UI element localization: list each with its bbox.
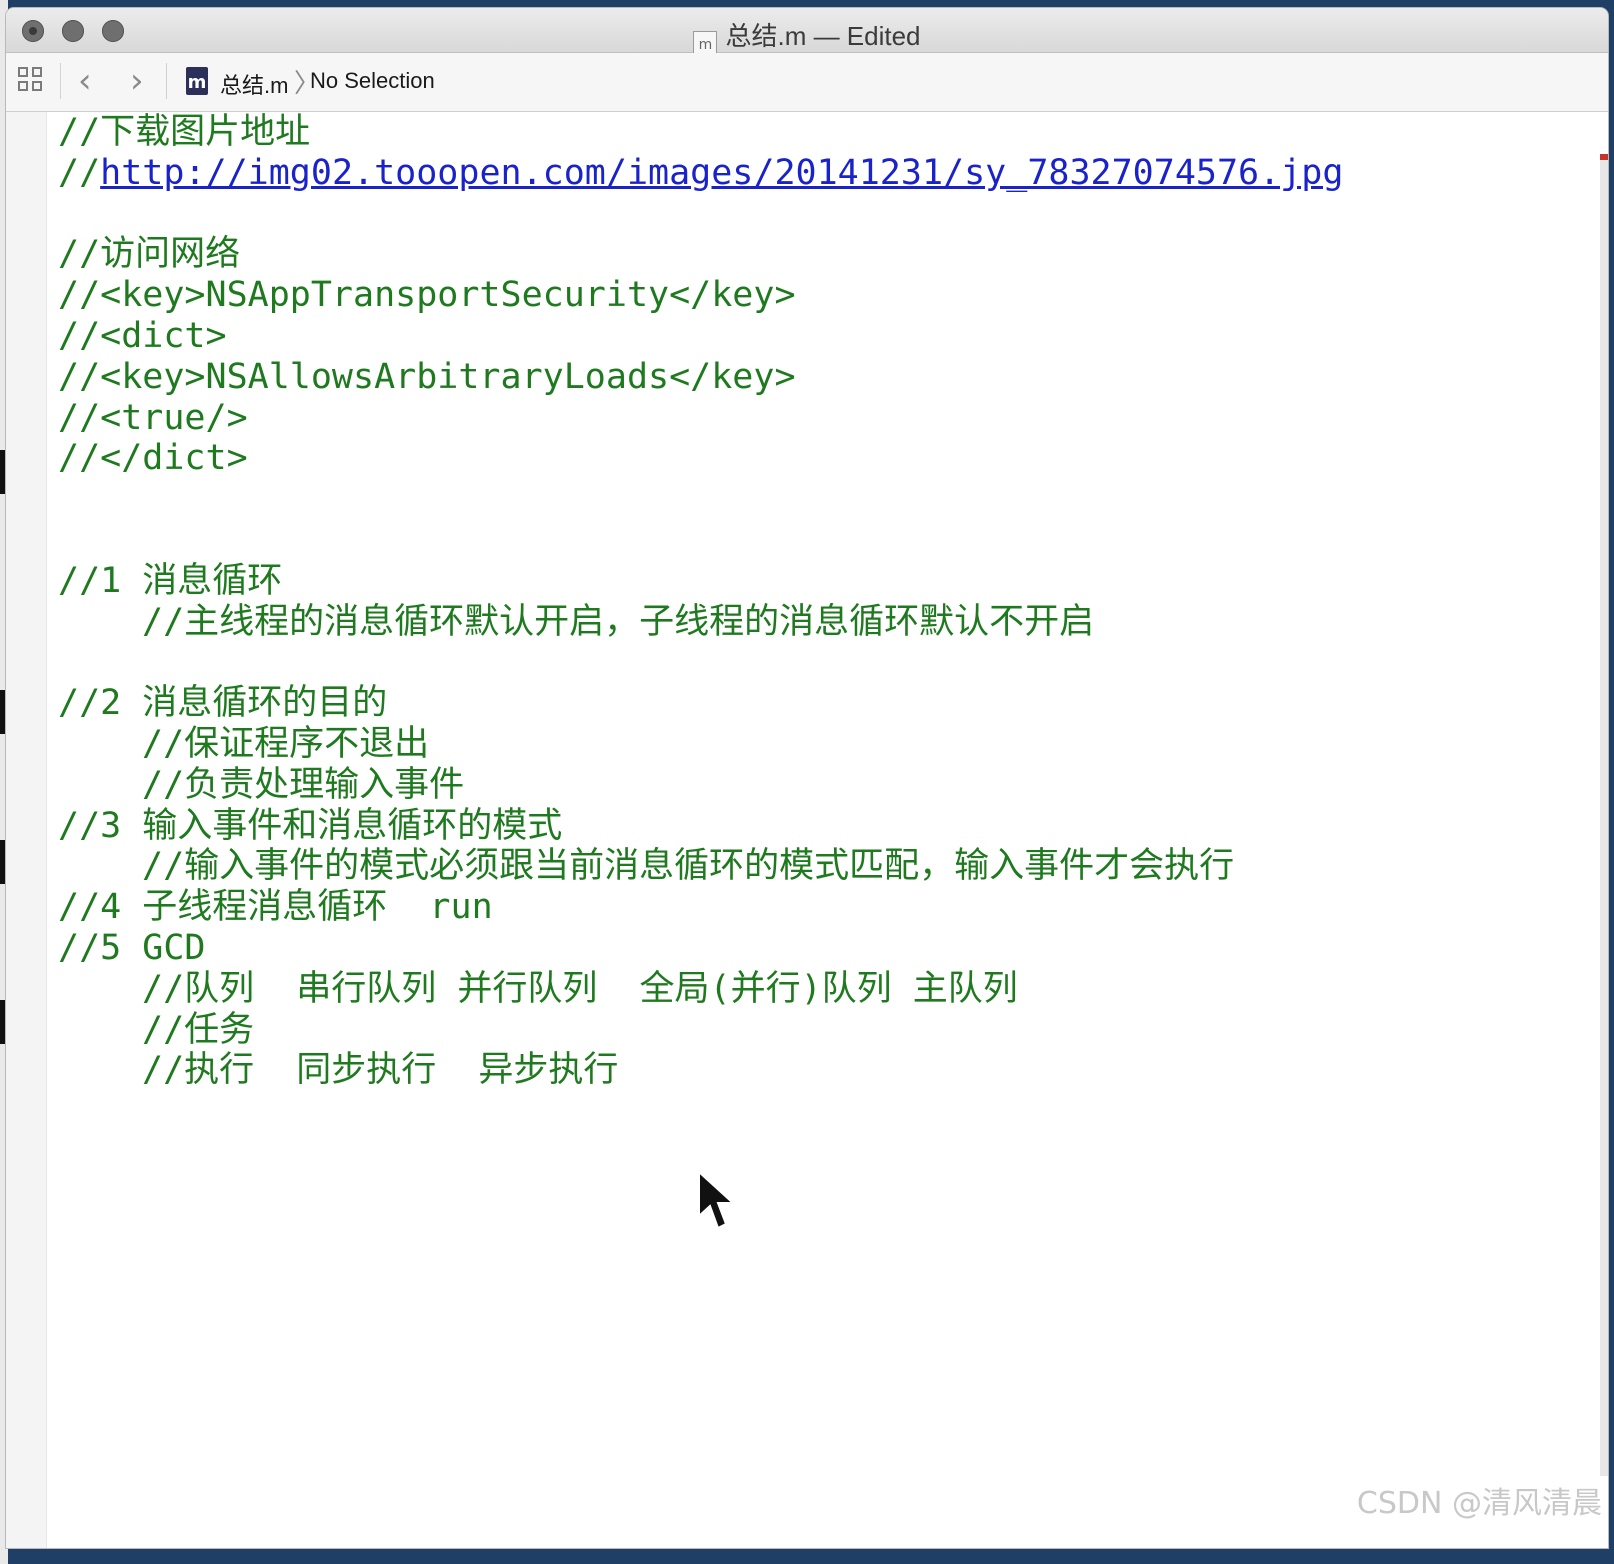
window-title: 总结.m — Edited <box>725 21 921 51</box>
line-gutter <box>6 112 47 1548</box>
code-line[interactable]: //<key>NSAllowsArbitraryLoads</key> <box>58 357 1343 398</box>
code-line[interactable]: //4 子线程消息循环 run <box>58 887 1343 928</box>
jump-bar: ‹ › m 总结.m 〉 No Selection <box>6 53 1608 112</box>
code-line[interactable] <box>58 479 1343 520</box>
code-line[interactable]: //访问网络 <box>58 234 1343 275</box>
code-line[interactable]: //<key>NSAppTransportSecurity</key> <box>58 275 1343 316</box>
code-line[interactable]: //下载图片地址 <box>58 112 1343 153</box>
code-line[interactable]: //1 消息循环 <box>58 561 1343 602</box>
toolbar-divider <box>166 63 167 99</box>
code-line[interactable] <box>58 642 1343 683</box>
objc-file-icon: m <box>186 67 208 95</box>
related-items-grid-icon[interactable] <box>18 67 44 93</box>
mouse-pointer-icon <box>698 1170 736 1230</box>
code-line[interactable]: //</dict> <box>58 438 1343 479</box>
code-line[interactable]: //2 消息循环的目的 <box>58 683 1343 724</box>
code-line[interactable]: //3 输入事件和消息循环的模式 <box>58 806 1343 847</box>
code-line[interactable]: //5 GCD <box>58 928 1343 969</box>
code-line[interactable]: //输入事件的模式必须跟当前消息循环的模式匹配，输入事件才会执行 <box>58 846 1343 887</box>
watermark: CSDN @清风清晨 <box>1356 1486 1602 1521</box>
chevron-left-icon[interactable]: ‹ <box>78 61 92 101</box>
code-line[interactable] <box>58 194 1343 235</box>
code-line[interactable]: //执行 同步执行 异步执行 <box>58 1050 1343 1091</box>
code-line[interactable]: //<true/> <box>58 398 1343 439</box>
breadcrumb-file[interactable]: 总结.m <box>220 68 288 100</box>
scroll-track[interactable] <box>1600 156 1608 1476</box>
code-line[interactable]: //保证程序不退出 <box>58 724 1343 765</box>
breadcrumb-selection[interactable]: No Selection <box>310 68 435 94</box>
editor-window: m 总结.m — Edited ‹ › m 总结.m 〉 No Selection… <box>6 8 1608 1548</box>
comment-prefix: // <box>58 152 101 193</box>
code-line[interactable]: //<dict> <box>58 316 1343 357</box>
title-bar: m 总结.m — Edited <box>6 8 1608 59</box>
error-marker <box>1600 154 1608 160</box>
code-line[interactable] <box>58 520 1343 561</box>
code-line[interactable]: //http://img02.tooopen.com/images/201412… <box>58 153 1343 194</box>
code-editor[interactable]: //下载图片地址//http://img02.tooopen.com/image… <box>6 112 1608 1548</box>
source-text[interactable]: //下载图片地址//http://img02.tooopen.com/image… <box>58 112 1343 1091</box>
code-line[interactable]: //负责处理输入事件 <box>58 765 1343 806</box>
chevron-right-icon[interactable]: › <box>130 61 144 101</box>
url-link[interactable]: http://img02.tooopen.com/images/20141231… <box>100 153 1343 193</box>
toolbar-divider <box>60 63 61 99</box>
code-line[interactable]: //任务 <box>58 1010 1343 1051</box>
code-line[interactable]: //队列 串行队列 并行队列 全局(并行)队列 主队列 <box>58 969 1343 1010</box>
code-line[interactable]: //主线程的消息循环默认开启，子线程的消息循环默认不开启 <box>58 602 1343 643</box>
